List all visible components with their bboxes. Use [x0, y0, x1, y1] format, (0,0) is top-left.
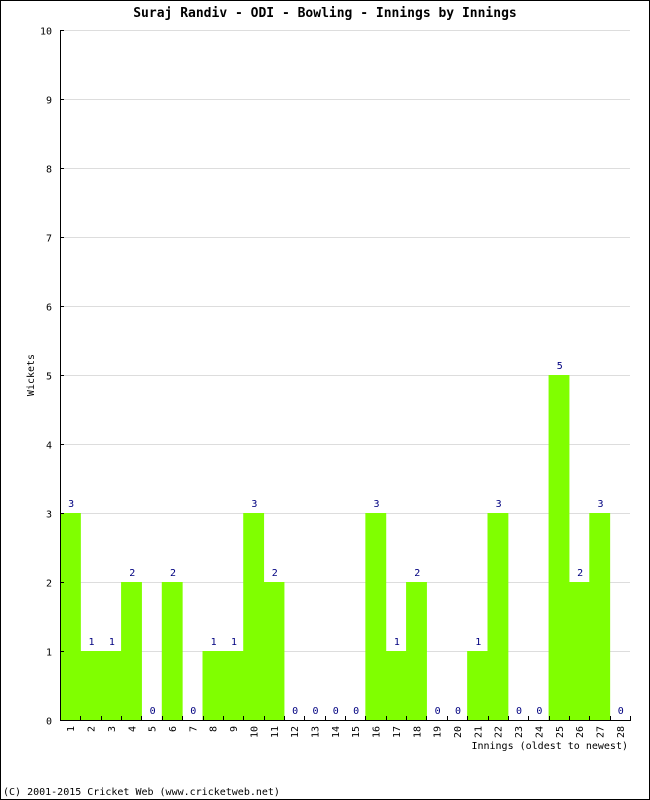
data-label: 0 — [536, 706, 542, 717]
data-label: 3 — [251, 499, 257, 510]
y-tick-label: 5 — [46, 372, 52, 383]
bar — [121, 582, 142, 720]
data-label: 2 — [170, 568, 176, 579]
x-tick-label: 15 — [351, 726, 362, 738]
data-label: 2 — [577, 568, 583, 579]
data-label: 1 — [89, 637, 95, 648]
x-tick-label: 28 — [616, 726, 627, 738]
bar — [100, 651, 122, 720]
data-label: 1 — [231, 637, 237, 648]
bar — [487, 513, 509, 720]
data-label: 0 — [333, 706, 339, 717]
x-tick-label: 19 — [433, 726, 444, 738]
x-tick-label: 1 — [66, 726, 77, 732]
y-tick-label: 6 — [46, 303, 52, 314]
data-label: 0 — [455, 706, 461, 717]
bar — [202, 651, 224, 720]
x-tick-label: 13 — [310, 726, 321, 738]
x-tick-label: 3 — [107, 726, 118, 732]
x-axis-label: Innings (oldest to newest) — [471, 741, 628, 752]
y-tick-labels: 0 1 2 3 4 5 6 7 8 9 10 — [40, 27, 52, 728]
y-tick-label: 0 — [46, 717, 52, 728]
y-tick-label: 7 — [46, 234, 52, 245]
bar — [385, 651, 407, 720]
data-label: 1 — [394, 637, 400, 648]
bars — [60, 375, 611, 720]
x-tick-label: 11 — [270, 726, 281, 738]
y-axis-label: Wickets — [26, 354, 37, 396]
x-tick-label: 26 — [575, 726, 586, 738]
y-tick-label: 4 — [46, 441, 52, 452]
data-label: 0 — [312, 706, 318, 717]
x-tick-labels: 1 2 3 4 5 6 7 8 9 10 11 12 13 14 15 16 17 18 19 20 21 22 23 24 2… — [66, 726, 627, 738]
bar — [222, 651, 244, 720]
bar — [568, 582, 590, 720]
bar — [60, 513, 81, 720]
bar — [406, 582, 427, 720]
data-label: 0 — [190, 706, 196, 717]
bar — [243, 513, 265, 720]
bar — [365, 513, 387, 720]
bar — [467, 651, 488, 720]
data-label: 1 — [109, 637, 115, 648]
bar — [263, 582, 285, 720]
data-label: 2 — [272, 568, 278, 579]
data-labels: 3 1 1 2 0 2 0 1 1 3 2 0 0 0 0 3 1 2 0 0 1 3 0 0 5 2 3 0 — [68, 361, 624, 717]
data-label: 1 — [475, 637, 481, 648]
data-label: 0 — [516, 706, 522, 717]
bar — [548, 375, 570, 720]
y-tick-label: 2 — [46, 579, 52, 590]
x-tick-label: 18 — [412, 726, 423, 738]
y-tick-label: 3 — [46, 510, 52, 521]
data-label: 0 — [353, 706, 359, 717]
bar — [80, 651, 102, 720]
data-label: 0 — [435, 706, 441, 717]
chart-svg: Suraj Randiv - ODI - Bowling - Innings b… — [3, 6, 631, 798]
gridlines — [60, 30, 630, 652]
x-tick-label: 7 — [188, 726, 199, 732]
x-tick-label: 16 — [372, 726, 383, 738]
data-label: 3 — [374, 499, 380, 510]
x-tick-label: 9 — [229, 726, 240, 732]
x-tick-label: 21 — [473, 726, 484, 738]
x-tick-label: 12 — [290, 726, 301, 738]
data-label: 2 — [129, 568, 135, 579]
y-tick-label: 8 — [46, 165, 52, 176]
x-tick-label: 10 — [249, 726, 260, 738]
x-tick-label: 5 — [148, 726, 159, 732]
y-tick-label: 9 — [46, 96, 52, 107]
x-tick-label: 20 — [453, 726, 464, 738]
x-tick-label: 22 — [494, 726, 505, 738]
x-tick-label: 6 — [168, 726, 179, 732]
bar — [161, 582, 183, 720]
chart-title: Suraj Randiv - ODI - Bowling - Innings b… — [133, 6, 517, 21]
data-label: 5 — [557, 361, 563, 372]
data-label: 2 — [414, 568, 420, 579]
x-tick-label: 24 — [534, 726, 545, 738]
x-tick-label: 2 — [87, 726, 98, 732]
y-tick-label: 1 — [46, 648, 52, 659]
x-tick-label: 27 — [595, 726, 606, 738]
x-tick-label: 17 — [392, 726, 403, 738]
data-label: 3 — [496, 499, 502, 510]
data-label: 1 — [211, 637, 217, 648]
data-label: 3 — [597, 499, 603, 510]
y-tick-label: 10 — [40, 27, 52, 38]
data-label: 0 — [150, 706, 156, 717]
x-tick-label: 23 — [514, 726, 525, 738]
data-label: 0 — [292, 706, 298, 717]
x-tick-label: 14 — [331, 726, 342, 738]
data-label: 0 — [618, 706, 624, 717]
copyright-footer: (C) 2001-2015 Cricket Web (www.cricketwe… — [3, 787, 280, 798]
bar — [589, 513, 611, 720]
x-tick-label: 8 — [209, 726, 220, 732]
x-tick-label: 25 — [555, 726, 566, 738]
x-tick-label: 4 — [127, 726, 138, 732]
data-label: 3 — [68, 499, 74, 510]
